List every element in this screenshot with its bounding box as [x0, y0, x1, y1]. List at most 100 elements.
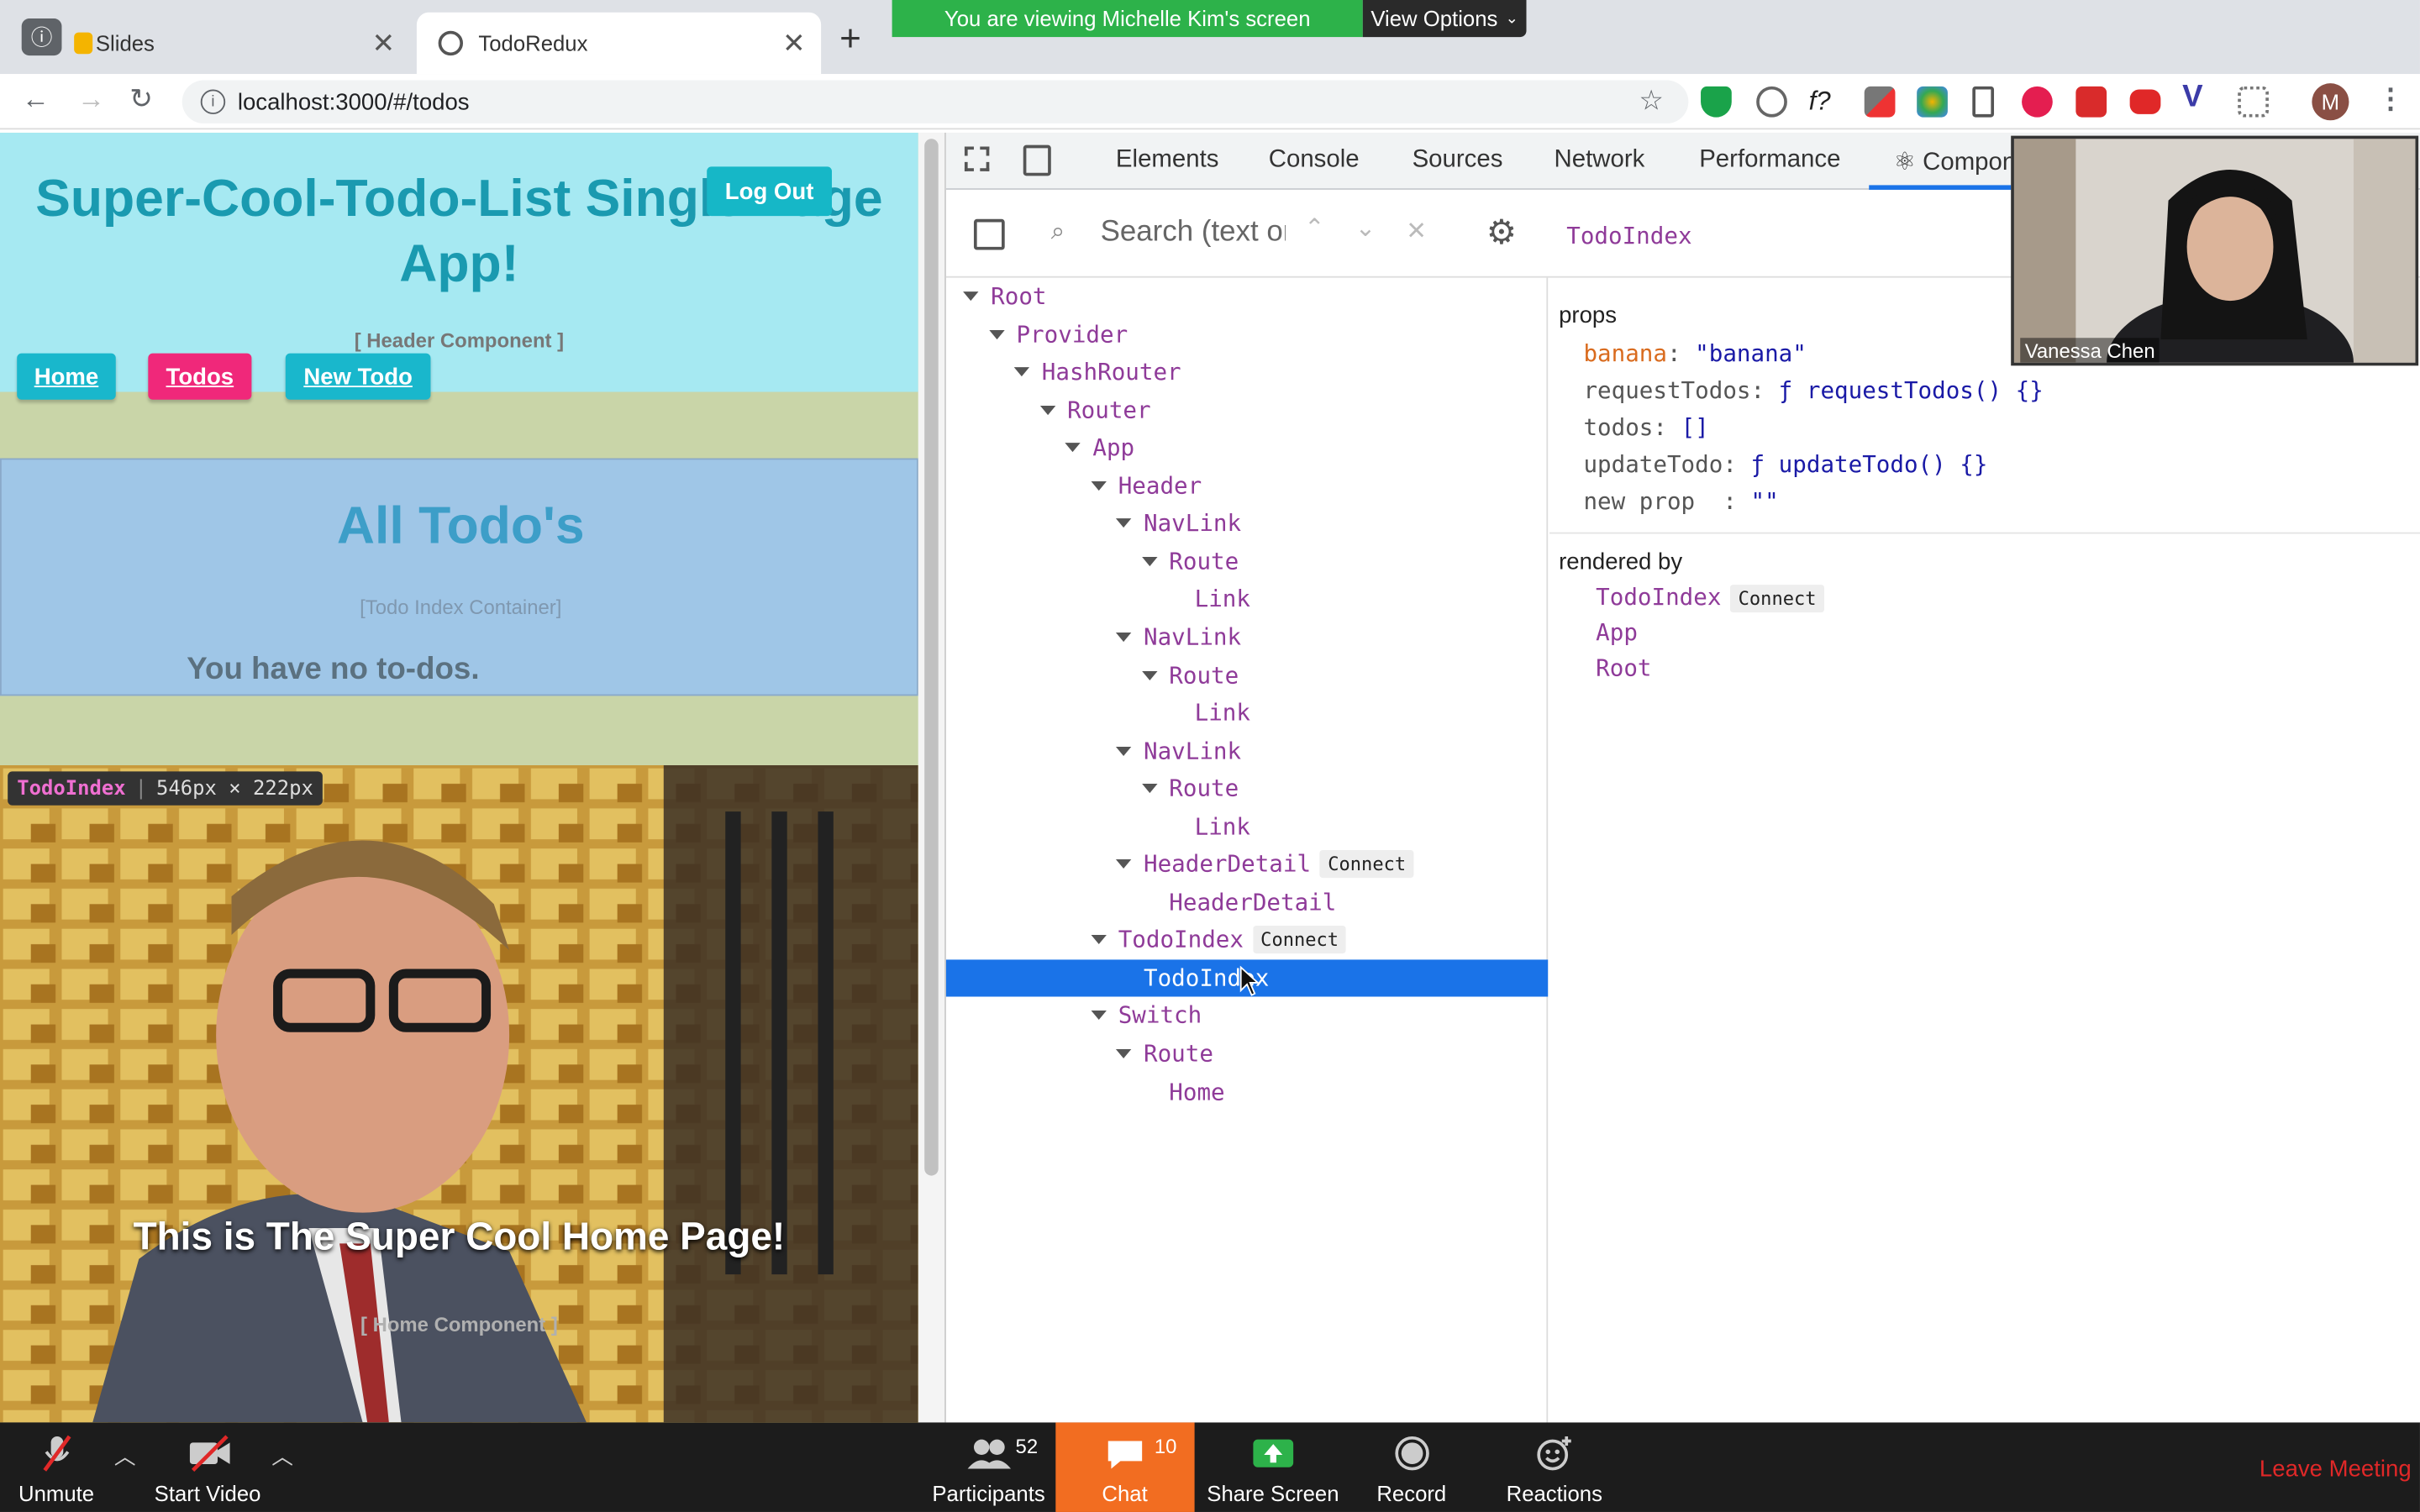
tree-node[interactable]: Header: [946, 467, 1548, 504]
tree-node[interactable]: HashRouter: [946, 354, 1548, 391]
tab-network[interactable]: Network: [1555, 146, 1645, 174]
tab-sources[interactable]: Sources: [1413, 146, 1503, 174]
prop-key[interactable]: new prop: [1583, 487, 1695, 515]
next-result-icon[interactable]: ⌄: [1355, 213, 1376, 244]
video-extension-icon[interactable]: [2129, 89, 2161, 114]
page-scrollbar[interactable]: [918, 132, 945, 1423]
close-tab-icon[interactable]: ✕: [371, 28, 395, 60]
grid-extension-icon[interactable]: [2075, 86, 2107, 118]
audio-options-chevron-icon[interactable]: ︿: [114, 1441, 136, 1472]
previous-result-icon[interactable]: ⌃: [1304, 213, 1325, 244]
tree-node[interactable]: Route: [946, 657, 1548, 694]
function-extension-icon[interactable]: f?: [1809, 87, 1840, 118]
settings-gear-icon[interactable]: ⚙: [1486, 213, 1517, 253]
tree-node[interactable]: HeaderDetail: [946, 884, 1548, 921]
nav-new-todo-link[interactable]: New Todo: [285, 353, 431, 400]
back-arrow-icon[interactable]: ←: [22, 83, 50, 116]
tree-node[interactable]: Link: [946, 580, 1548, 617]
nav-todos-link[interactable]: Todos: [148, 353, 252, 400]
video-options-chevron-icon[interactable]: ︿: [271, 1441, 293, 1472]
red-circle-extension-icon[interactable]: [2022, 86, 2053, 118]
new-tab-button[interactable]: +: [839, 18, 861, 61]
prop-value[interactable]: []: [1681, 413, 1709, 441]
tree-node[interactable]: NavLink: [946, 618, 1548, 655]
tree-node[interactable]: NavLink: [946, 505, 1548, 542]
v-extension-icon[interactable]: V: [2182, 81, 2213, 114]
expand-triangle-icon[interactable]: [1013, 367, 1030, 377]
eyedropper-extension-icon[interactable]: [1864, 86, 1896, 118]
prop-row[interactable]: updateTodo: ƒ updateTodo() {}: [1583, 450, 1987, 478]
tab-console[interactable]: Console: [1269, 146, 1360, 174]
device-toolbar-icon[interactable]: [1023, 144, 1051, 176]
unmute-button[interactable]: Unmute: [18, 1435, 94, 1506]
tree-node[interactable]: NavLink: [946, 732, 1548, 769]
expand-triangle-icon[interactable]: [988, 329, 1004, 339]
chat-button[interactable]: Chat 10: [1055, 1422, 1195, 1512]
prop-row[interactable]: banana: "banana": [1583, 339, 1806, 367]
start-video-button[interactable]: Start Video: [155, 1435, 260, 1506]
expand-triangle-icon[interactable]: [1141, 784, 1157, 794]
prop-row[interactable]: requestTodos: ƒ requestTodos() {}: [1583, 376, 2043, 404]
expand-triangle-icon[interactable]: [1115, 1048, 1132, 1058]
tree-node[interactable]: Router: [946, 391, 1548, 428]
tree-node[interactable]: Home: [946, 1074, 1548, 1110]
tree-node[interactable]: Route: [946, 543, 1548, 580]
tree-node[interactable]: Route: [946, 1035, 1548, 1072]
tree-node[interactable]: TodoIndex Connect: [946, 921, 1548, 958]
tree-node[interactable]: HeaderDetail Connect: [946, 846, 1548, 883]
inspect-element-icon[interactable]: [964, 146, 990, 171]
address-bar[interactable]: i localhost:3000/#/todos ☆: [182, 80, 1689, 123]
tab-performance[interactable]: Performance: [1699, 146, 1840, 174]
nav-home-link[interactable]: Home: [17, 353, 116, 400]
reload-icon[interactable]: ↻: [129, 83, 153, 116]
tree-node[interactable]: Provider: [946, 316, 1548, 353]
browser-menu-icon[interactable]: ⋮: [2377, 83, 2405, 116]
tab-slides[interactable]: Slides ✕: [68, 13, 411, 74]
braces-extension-icon[interactable]: [1756, 86, 1787, 118]
page-scrollbar-thumb[interactable]: [924, 139, 939, 1176]
profile-avatar[interactable]: M: [2312, 83, 2349, 121]
expand-triangle-icon[interactable]: [1141, 556, 1157, 566]
expand-triangle-icon[interactable]: [1090, 935, 1106, 945]
prop-value[interactable]: "": [1751, 487, 1779, 515]
reactions-button[interactable]: Reactions: [1507, 1435, 1602, 1506]
prop-value[interactable]: "banana": [1695, 339, 1807, 367]
expand-triangle-icon[interactable]: [1065, 443, 1081, 453]
expand-triangle-icon[interactable]: [1141, 670, 1157, 680]
tree-node[interactable]: Route: [946, 770, 1548, 807]
tab-elements[interactable]: Elements: [1116, 146, 1219, 174]
tab-todoredux[interactable]: TodoRedux ✕: [416, 12, 822, 75]
forward-arrow-icon[interactable]: →: [77, 83, 105, 116]
close-tab-icon[interactable]: ✕: [782, 28, 806, 60]
expand-triangle-icon[interactable]: [1090, 480, 1106, 491]
expand-triangle-icon[interactable]: [1090, 1011, 1106, 1021]
video-tile[interactable]: Vanessa Chen: [2011, 135, 2419, 366]
apps-grid-icon[interactable]: [2238, 86, 2269, 118]
tree-node[interactable]: App: [946, 429, 1548, 466]
expand-triangle-icon[interactable]: [1115, 632, 1132, 642]
tree-node[interactable]: Link: [946, 695, 1548, 732]
logout-button[interactable]: Log Out: [707, 166, 832, 217]
expand-triangle-icon[interactable]: [1115, 746, 1132, 756]
expand-triangle-icon[interactable]: [1115, 518, 1132, 528]
tree-node[interactable]: Root: [946, 278, 1548, 315]
expand-triangle-icon[interactable]: [1115, 859, 1132, 869]
share-screen-button[interactable]: Share Screen: [1207, 1435, 1339, 1506]
prop-row[interactable]: todos: []: [1583, 413, 1708, 441]
expand-triangle-icon[interactable]: [1039, 405, 1055, 415]
leave-meeting-button[interactable]: Leave Meeting: [2260, 1457, 2412, 1483]
select-element-icon[interactable]: [973, 218, 1005, 250]
prop-row[interactable]: new prop : "": [1583, 487, 1778, 515]
prop-value[interactable]: ƒ requestTodos() {}: [1779, 376, 2044, 404]
site-info-icon[interactable]: i: [200, 89, 226, 114]
rendered-by-item[interactable]: Root: [1596, 654, 1651, 682]
tree-node[interactable]: Link: [946, 808, 1548, 845]
expand-triangle-icon[interactable]: [963, 291, 979, 302]
bookmark-extension-icon[interactable]: [1972, 86, 1995, 118]
tab-info-icon[interactable]: ⓘ: [21, 18, 62, 56]
rendered-by-item[interactable]: App: [1596, 619, 1638, 647]
component-search-input[interactable]: Search (text or /regex/): [1101, 216, 1286, 253]
palette-extension-icon[interactable]: [1917, 86, 1948, 118]
prop-value[interactable]: ƒ updateTodo() {}: [1751, 450, 1988, 478]
view-options-button[interactable]: View Options ⌄: [1362, 0, 1527, 38]
